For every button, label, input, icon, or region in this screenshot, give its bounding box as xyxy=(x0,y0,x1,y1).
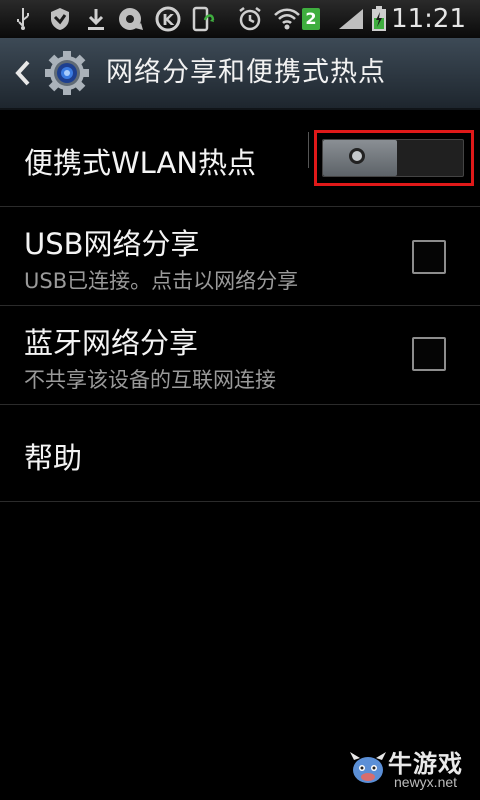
bluetooth-tethering-row[interactable]: 蓝牙网络分享 不共享该设备的互联网连接 xyxy=(0,306,480,405)
usb-tethering-checkbox[interactable] xyxy=(412,240,446,274)
wlan-hotspot-toggle[interactable] xyxy=(322,139,464,177)
battery-charging-icon xyxy=(370,6,388,32)
usb-tethering-summary: USB已连接。点击以网络分享 xyxy=(24,269,299,293)
toggle-off-icon xyxy=(349,148,365,164)
usb-tethering-row[interactable]: USB网络分享 USB已连接。点击以网络分享 xyxy=(0,207,480,306)
clock: 11:21 xyxy=(391,4,466,34)
chevron-left-icon[interactable] xyxy=(10,56,34,90)
signal-icon xyxy=(336,6,366,32)
alarm-icon xyxy=(236,6,264,32)
bluetooth-tethering-label: 蓝牙网络分享 xyxy=(24,326,199,360)
help-label: 帮助 xyxy=(24,441,83,475)
action-bar: 网络分享和便携式热点 xyxy=(0,38,480,110)
download-icon xyxy=(84,6,108,32)
toggle-divider xyxy=(308,132,309,168)
wlan-hotspot-label: 便携式WLAN热点 xyxy=(24,146,257,180)
bluetooth-tethering-summary: 不共享该设备的互联网连接 xyxy=(24,368,276,392)
settings-gear-icon[interactable] xyxy=(44,50,90,96)
bluetooth-tethering-checkbox[interactable] xyxy=(412,337,446,371)
watermark-url: newyx.net xyxy=(394,774,458,790)
page-title: 网络分享和便携式热点 xyxy=(106,57,386,88)
watermark-logo: 牛游戏 newyx.net xyxy=(348,744,474,792)
usb-tethering-label: USB网络分享 xyxy=(24,227,200,261)
svg-text:K: K xyxy=(162,11,175,29)
usb-icon xyxy=(12,6,34,32)
toggle-thumb xyxy=(323,140,397,176)
bull-mascot-icon xyxy=(350,752,386,783)
help-row[interactable]: 帮助 xyxy=(0,405,480,502)
shield-icon xyxy=(46,6,74,32)
disc-icon xyxy=(116,6,146,32)
status-bar: K 2 11:21 xyxy=(0,0,480,39)
k-app-icon: K xyxy=(154,6,182,32)
notification-count-badge: 2 xyxy=(302,8,320,30)
wifi-icon xyxy=(272,6,302,32)
phone-update-icon xyxy=(190,6,216,32)
